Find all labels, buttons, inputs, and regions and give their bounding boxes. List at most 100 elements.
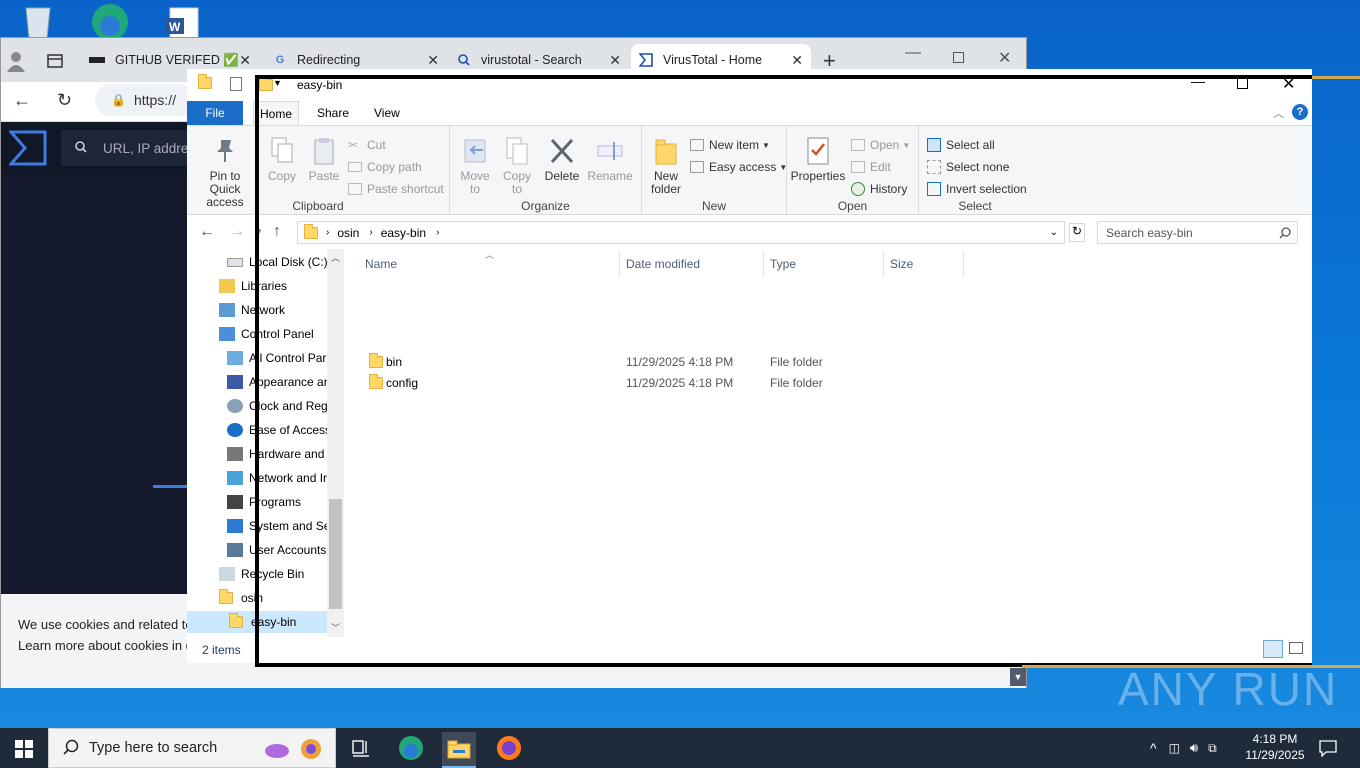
up-arrow-icon[interactable]: ↑ [273,223,281,241]
easy-access-button[interactable]: Easy access ▼ [690,160,787,174]
nav-clock-region[interactable]: Clock and Regi [227,395,330,417]
copy-to-button[interactable]: Copy to [498,136,536,196]
column-header-size[interactable]: Size [890,257,913,271]
profile-icon[interactable] [5,50,27,75]
forward-arrow-icon[interactable]: → [229,223,245,241]
volume-icon[interactable]: 🔊︎ [1190,740,1198,756]
nav-user-accounts[interactable]: User Accounts [227,539,326,561]
select-none-button[interactable]: Select none [927,160,1009,174]
column-header-date[interactable]: Date modified [626,257,700,271]
meet-now-icon[interactable]: ◫ [1169,741,1180,755]
scroll-up-icon[interactable]: ︿ [331,251,340,264]
nav-system-security[interactable]: System and Se [227,515,330,537]
start-windows-icon[interactable] [15,740,33,761]
select-all-button[interactable]: Select all [927,138,995,152]
customize-qat-icon[interactable]: ▼ [273,78,282,88]
tab-view[interactable]: View [368,101,406,125]
nav-all-control-panel[interactable]: All Control Par [227,347,326,369]
tab-home[interactable]: Home [253,101,300,125]
reload-icon[interactable]: ↻ [57,90,72,111]
breadcrumb-easy-bin[interactable]: easy-bin [381,226,426,240]
copy-button[interactable]: Copy [261,136,303,183]
rename-button[interactable]: Rename [586,136,634,183]
properties-quick-icon[interactable] [230,77,242,91]
address-bar[interactable]: 🔒 https:// [95,84,195,116]
copy-path-button[interactable]: Copy path [348,160,422,174]
show-hidden-icons-icon[interactable]: ^ [1150,740,1157,756]
browser-scroll-down-icon[interactable]: ▼ [1010,668,1026,686]
column-header-name[interactable]: Name [365,257,397,271]
maximize-icon[interactable] [1237,78,1248,89]
breadcrumb-osin[interactable]: osin [337,226,359,240]
edge-desktop-icon[interactable] [88,0,128,40]
word-document-icon[interactable]: W [164,0,204,40]
vt-search-box[interactable]: URL, IP addres [61,130,201,166]
scroll-down-icon[interactable]: ﹀ [331,621,340,634]
new-item-button[interactable]: New item ▼ [690,138,770,152]
help-icon[interactable]: ? [1292,104,1308,120]
close-tab-icon[interactable]: ✕ [427,52,439,69]
invert-selection-button[interactable]: Invert selection [927,182,1027,196]
file-explorer-taskbar-icon[interactable] [442,732,476,768]
nav-programs[interactable]: Programs [227,491,301,513]
column-separator[interactable] [883,251,884,277]
maximize-icon[interactable] [953,52,964,63]
nav-recycle-bin[interactable]: Recycle Bin [219,563,304,585]
properties-button[interactable]: Properties [789,136,847,183]
search-input[interactable]: Search easy-bin [1097,221,1298,244]
nav-pane-scrollbar[interactable]: ︿ ﹀ [327,249,344,637]
cut-button[interactable]: ✂ Cut [348,138,386,152]
nav-network-internet[interactable]: Network and Ir [227,467,327,489]
network-icon[interactable]: ⧉ [1208,741,1217,756]
tab-actions-icon[interactable] [47,53,63,72]
nav-osin[interactable]: osin [219,587,263,609]
column-separator[interactable] [763,251,764,277]
file-row[interactable]: config 11/29/2025 4:18 PM File folder [357,372,957,393]
history-button[interactable]: History [851,182,907,196]
close-tab-icon[interactable]: ✕ [791,52,803,69]
tab-file[interactable]: File [187,101,243,125]
recycle-bin-icon[interactable] [18,0,58,40]
collapse-ribbon-icon[interactable]: ︿ [1273,105,1284,121]
firefox-taskbar-icon[interactable] [492,732,526,764]
nav-network[interactable]: Network [219,299,285,321]
column-separator[interactable] [619,251,620,277]
recent-locations-icon[interactable]: ▼ [255,227,263,236]
column-header-type[interactable]: Type [770,257,796,271]
tab-share[interactable]: Share [311,101,355,125]
nav-libraries[interactable]: Libraries [219,275,287,297]
file-row[interactable]: bin 11/29/2025 4:18 PM File folder [357,351,957,372]
open-button[interactable]: Open ▼ [851,138,910,152]
taskbar-search-box[interactable]: Type here to search [48,728,336,768]
close-window-icon[interactable]: ✕ [998,48,1011,68]
minimize-icon[interactable]: — [905,44,921,62]
edit-button[interactable]: Edit [851,160,891,174]
scrollbar-thumb[interactable] [329,499,342,609]
address-bar[interactable]: › osin › easy-bin › ⌄ [297,221,1065,244]
address-dropdown-icon[interactable]: ⌄ [1050,227,1058,238]
minimize-icon[interactable]: — [1191,73,1205,89]
quick-access-folder-icon[interactable] [198,74,212,92]
large-icons-view-icon[interactable] [1289,642,1303,654]
virustotal-logo-icon[interactable] [7,130,47,169]
column-separator[interactable] [963,251,964,277]
back-arrow-icon[interactable]: ← [13,90,31,111]
paste-button[interactable]: Paste [303,136,345,183]
paste-shortcut-button[interactable]: Paste shortcut [348,182,444,196]
close-window-icon[interactable]: ✕ [1282,74,1295,94]
back-arrow-icon[interactable]: ← [199,223,215,241]
edge-taskbar-icon[interactable] [394,732,428,764]
refresh-icon[interactable]: ↻ [1069,223,1085,242]
nav-control-panel[interactable]: Control Panel [219,323,314,345]
close-tab-icon[interactable]: ✕ [609,52,621,69]
nav-local-disk[interactable]: Local Disk (C:) [227,251,328,273]
nav-hardware[interactable]: Hardware and [227,443,324,465]
clock[interactable]: 4:18 PM 11/29/2025 [1244,731,1306,763]
nav-appearance[interactable]: Appearance an [227,371,330,393]
move-to-button[interactable]: Move to [456,136,494,196]
new-folder-button[interactable]: New folder [646,136,686,196]
details-view-icon[interactable] [1263,640,1283,658]
task-view-icon[interactable] [344,732,378,764]
close-tab-icon[interactable]: ✕ [239,52,251,69]
delete-button[interactable]: Delete [542,136,582,183]
